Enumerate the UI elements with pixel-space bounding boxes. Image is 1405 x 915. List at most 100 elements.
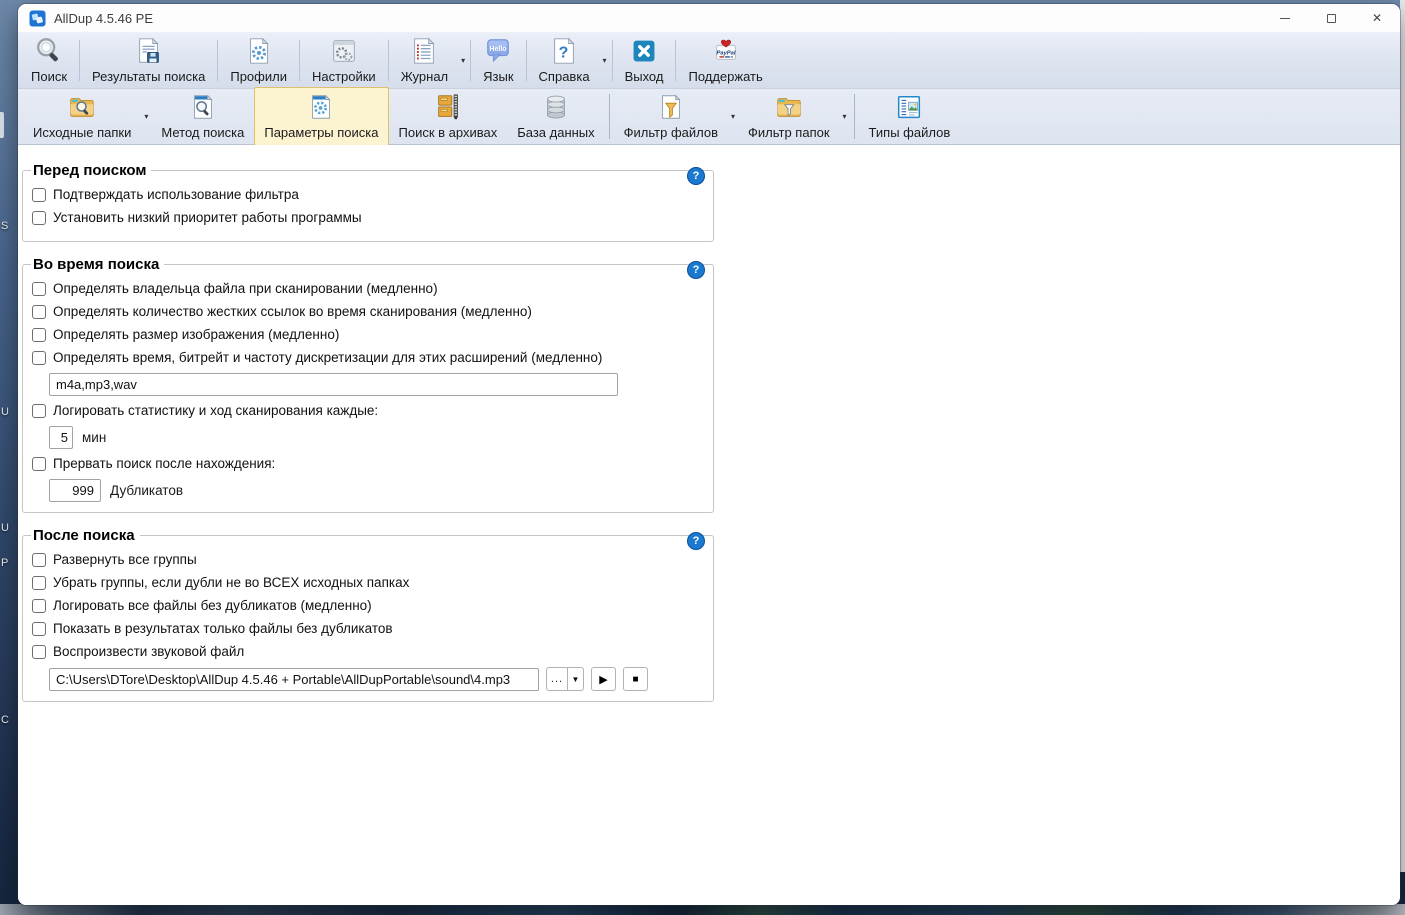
checkbox-row-log-without-duplicates[interactable]: Логировать все файлы без дубликатов (мед…: [32, 598, 703, 613]
toolbar-label: Поддержать: [688, 69, 763, 84]
checkbox[interactable]: [32, 575, 46, 590]
folder-filter-dropdown-arrow-icon[interactable]: ▾: [840, 112, 850, 121]
checkbox[interactable]: [32, 187, 46, 202]
database-button[interactable]: База данных: [507, 87, 604, 146]
sound-file-path-input[interactable]: [49, 667, 539, 691]
search-button[interactable]: Поиск: [21, 31, 77, 90]
search-results-icon: [134, 36, 164, 66]
titlebar[interactable]: AllDup 4.5.46 PE ✕: [18, 4, 1400, 32]
toolbar-label: Результаты поиска: [92, 69, 206, 84]
file-filter-button[interactable]: Фильтр файлов: [614, 87, 728, 146]
group-before-search: Перед поиском ? Подтверждать использован…: [22, 162, 714, 242]
journal-button[interactable]: Журнал: [391, 31, 458, 90]
archive-search-button[interactable]: Поиск в архивах: [389, 87, 508, 146]
checkbox-label: Установить низкий приоритет работы прогр…: [53, 210, 362, 225]
desktop-icon-label-fragment: C: [1, 714, 9, 726]
file-types-button[interactable]: Типы файлов: [859, 87, 961, 146]
play-sound-button[interactable]: ▶: [591, 667, 616, 691]
checkbox[interactable]: [32, 644, 46, 659]
maximize-icon: [1326, 13, 1336, 23]
checkbox-label: Определять владельца файла при сканирова…: [53, 281, 438, 296]
toolbar-label: Поиск в архивах: [398, 125, 498, 140]
help-badge-icon[interactable]: ?: [687, 532, 705, 550]
toolbar-label: Настройки: [311, 69, 376, 84]
checkbox[interactable]: [32, 598, 46, 613]
checkbox-row-expand-groups[interactable]: Развернуть все группы: [32, 552, 703, 567]
folder-filter-button[interactable]: Фильтр папок: [738, 87, 840, 146]
checkbox[interactable]: [32, 210, 46, 225]
donate-button[interactable]: PayPal Поддержать: [678, 31, 772, 90]
checkbox-row-remove-groups[interactable]: Убрать группы, если дубли не во ВСЕХ исх…: [32, 575, 703, 590]
close-icon: ✕: [1371, 11, 1383, 25]
exit-icon: [629, 36, 659, 66]
database-icon: [541, 92, 571, 122]
desktop-icon-label-fragment: P: [1, 557, 9, 569]
search-icon: [34, 36, 64, 66]
checkbox[interactable]: [32, 281, 46, 296]
settings-page: Перед поиском ? Подтверждать использован…: [18, 145, 1400, 905]
checkbox-row-image-size[interactable]: Определять размер изображения (медленно): [32, 327, 703, 342]
search-results-button[interactable]: Результаты поиска: [82, 31, 215, 90]
journal-dropdown-arrow-icon[interactable]: ▾: [458, 56, 468, 65]
checkbox[interactable]: [32, 304, 46, 319]
checkbox-label: Развернуть все группы: [53, 552, 197, 567]
file-filter-dropdown-arrow-icon[interactable]: ▾: [728, 112, 738, 121]
checkbox-row-show-only-without-duplicates[interactable]: Показать в результатах только файлы без …: [32, 621, 703, 636]
group-after-search: После поиска ? Развернуть все группы Убр…: [22, 527, 714, 702]
close-button[interactable]: ✕: [1354, 4, 1400, 32]
toolbar-separator: [470, 40, 472, 81]
profiles-button[interactable]: Профили: [220, 31, 297, 90]
checkbox-label: Определять размер изображения (медленно): [53, 327, 340, 342]
toolbar-label: Справка: [538, 69, 590, 84]
file-filter-icon: [656, 92, 686, 122]
checkbox-row-confirm-filter[interactable]: Подтверждать использование фильтра: [32, 187, 703, 202]
toolbar-separator: [217, 40, 219, 81]
help-dropdown-arrow-icon[interactable]: ▾: [600, 56, 610, 65]
source-folders-dropdown-arrow-icon[interactable]: ▾: [141, 112, 151, 121]
checkbox[interactable]: [32, 350, 46, 365]
language-button[interactable]: Hello Язык: [473, 31, 523, 90]
exit-button[interactable]: Выход: [615, 31, 674, 90]
minimize-icon: [1280, 17, 1290, 19]
checkbox-row-low-priority[interactable]: Установить низкий приоритет работы прогр…: [32, 210, 703, 225]
settings-icon: [329, 36, 359, 66]
checkbox-row-stop-after[interactable]: Прервать поиск после нахождения:: [32, 456, 703, 471]
checkbox-label: Определять время, битрейт и частоту диск…: [53, 350, 603, 365]
browse-dropdown-icon[interactable]: ▼: [568, 668, 583, 690]
checkbox[interactable]: [32, 403, 46, 418]
browse-split-button[interactable]: ... ▼: [546, 667, 584, 691]
source-folders-button[interactable]: Исходные папки: [23, 87, 141, 146]
maximize-button[interactable]: [1308, 4, 1354, 32]
help-badge-icon[interactable]: ?: [687, 261, 705, 279]
checkbox-label: Логировать все файлы без дубликатов (мед…: [53, 598, 372, 613]
toolbar-separator: [387, 40, 389, 81]
checkbox-row-hardlinks[interactable]: Определять количество жестких ссылок во …: [32, 304, 703, 319]
search-method-button[interactable]: Метод поиска: [151, 87, 254, 146]
checkbox[interactable]: [32, 621, 46, 636]
desktop-icon-label-fragment: U: [1, 522, 9, 534]
duplicates-limit-input[interactable]: [49, 479, 101, 502]
search-method-icon: [188, 92, 218, 122]
svg-text:Hello: Hello: [490, 46, 508, 53]
help-button[interactable]: ? Справка: [529, 31, 600, 90]
browse-button[interactable]: ...: [547, 668, 567, 690]
checkbox-row-play-sound[interactable]: Воспроизвести звуковой файл: [32, 644, 703, 659]
checkbox-row-audio-metadata[interactable]: Определять время, битрейт и частоту диск…: [32, 350, 703, 365]
checkbox-row-log-statistics[interactable]: Логировать статистику и ход сканирования…: [32, 403, 703, 418]
checkbox-row-file-owner[interactable]: Определять владельца файла при сканирова…: [32, 281, 703, 296]
checkbox[interactable]: [32, 456, 46, 471]
toolbar-label: Фильтр папок: [748, 125, 830, 140]
checkbox[interactable]: [32, 327, 46, 342]
source-folders-icon: [67, 92, 97, 122]
play-icon: ▶: [599, 673, 608, 686]
checkbox[interactable]: [32, 552, 46, 567]
stop-sound-button[interactable]: ■: [623, 667, 648, 691]
help-badge-icon[interactable]: ?: [687, 167, 705, 185]
extensions-input[interactable]: [49, 373, 618, 396]
minimize-button[interactable]: [1262, 4, 1308, 32]
settings-button[interactable]: Настройки: [302, 31, 386, 90]
log-interval-input[interactable]: [49, 426, 73, 449]
search-options-button[interactable]: Параметры поиска: [254, 87, 389, 146]
duplicates-limit-unit-label: Дубликатов: [110, 483, 184, 498]
toolbar-separator: [608, 94, 610, 139]
